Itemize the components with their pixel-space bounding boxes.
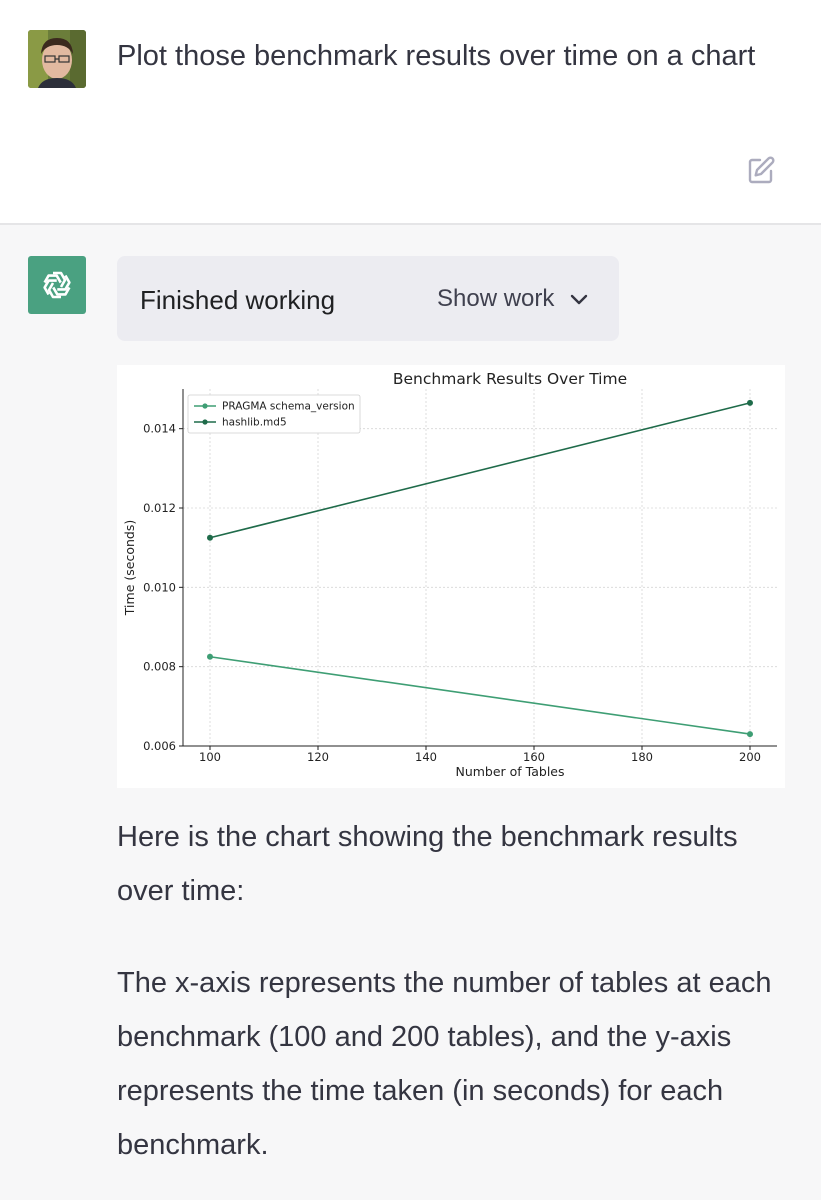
x-tick-label: 200 xyxy=(739,750,761,764)
page: Plot those benchmark results over time o… xyxy=(0,0,821,1200)
assistant-message: Finished working Show work 100 120 140 160 1… xyxy=(0,225,821,1200)
data-point xyxy=(747,399,753,406)
legend-swatch-marker xyxy=(202,419,208,425)
data-point xyxy=(747,731,753,738)
y-tick-label: 0.014 xyxy=(143,422,176,436)
chart-image: 100 120 140 160 180 200 0.006 0.008 0.010 0.012 0.… xyxy=(117,365,785,788)
series-line xyxy=(209,655,751,735)
data-point xyxy=(207,534,213,541)
x-tick-label: 160 xyxy=(523,750,545,764)
user-avatar xyxy=(28,30,86,88)
x-tick-label: 140 xyxy=(415,750,437,764)
y-tick-label: 0.008 xyxy=(143,660,176,674)
assistant-answer: Here is the chart showing the benchmark … xyxy=(117,810,797,1200)
chatgpt-logo-icon xyxy=(28,256,86,314)
show-work-button[interactable]: Show work xyxy=(437,285,554,313)
x-tick-label: 120 xyxy=(307,750,329,764)
x-axis-label: Number of Tables xyxy=(455,764,564,779)
chevron-down-icon[interactable] xyxy=(568,289,590,311)
x-tick-label: 180 xyxy=(631,750,653,764)
user-message-text: Plot those benchmark results over time o… xyxy=(117,40,756,72)
y-tick-label: 0.010 xyxy=(143,580,176,594)
benchmark-chart: 100 120 140 160 180 200 0.006 0.008 0.010 0.012 0.… xyxy=(122,370,777,779)
edit-icon[interactable] xyxy=(745,154,777,186)
work-status-panel: Finished working Show work xyxy=(117,256,619,341)
answer-paragraph: The x-axis represents the number of tabl… xyxy=(117,967,772,1161)
user-message: Plot those benchmark results over time o… xyxy=(0,0,821,223)
legend-entry: hashlib.md5 xyxy=(222,417,287,429)
legend-entry: PRAGMA schema_version xyxy=(222,401,355,413)
work-status-label: Finished working xyxy=(140,285,336,315)
y-tick-label: 0.006 xyxy=(143,739,176,753)
chart-title: Benchmark Results Over Time xyxy=(393,370,627,388)
data-point xyxy=(207,653,213,660)
y-axis-label: Time (seconds) xyxy=(122,520,137,616)
answer-paragraph: Here is the chart showing the benchmark … xyxy=(117,821,738,907)
y-tick-label: 0.012 xyxy=(143,501,176,515)
x-tick-label: 100 xyxy=(199,750,221,764)
legend-swatch-marker xyxy=(202,403,208,409)
